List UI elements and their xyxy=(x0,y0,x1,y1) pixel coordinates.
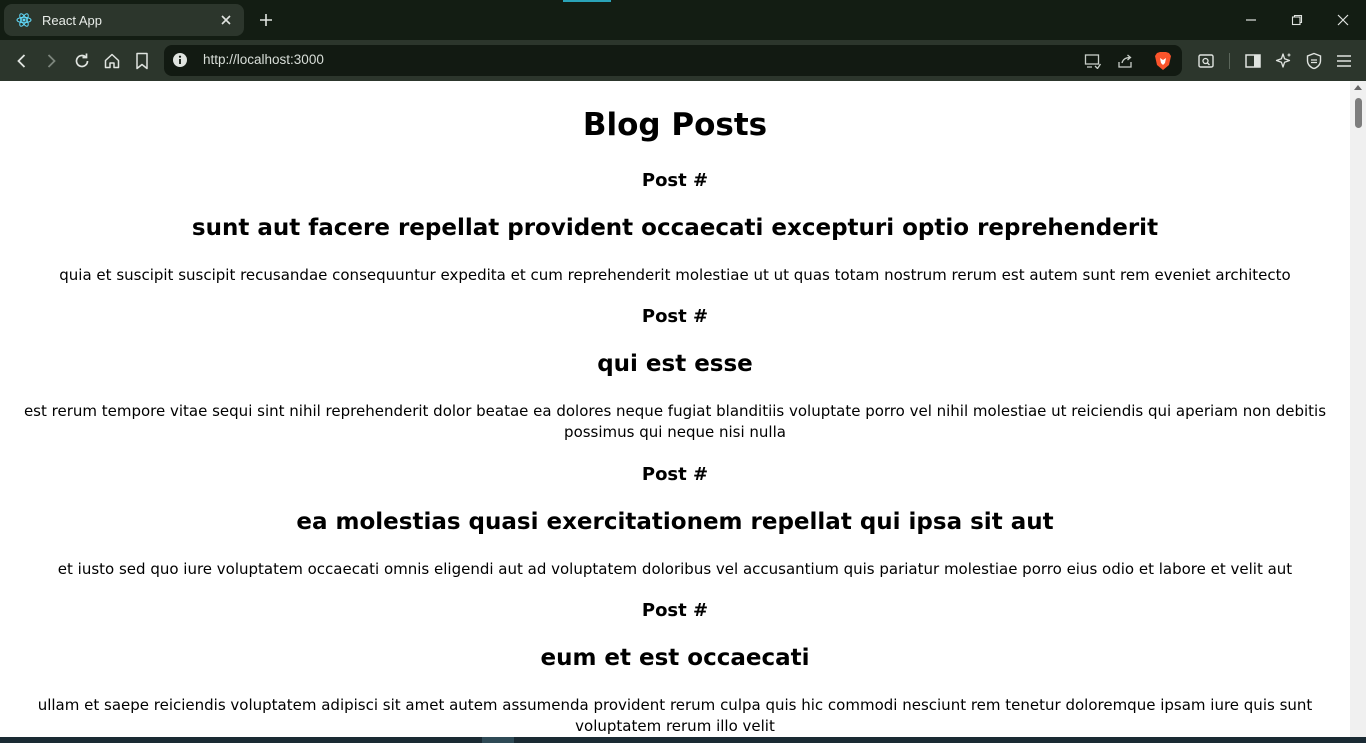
taskbar-segment xyxy=(482,737,514,743)
post-title: sunt aut facere repellat provident occae… xyxy=(191,215,1159,241)
close-icon[interactable] xyxy=(214,8,238,32)
react-logo-icon xyxy=(16,12,32,28)
post-title: eum et est occaecati xyxy=(540,645,810,671)
hamburger-menu-icon[interactable] xyxy=(1331,48,1357,74)
reader-mode-icon[interactable] xyxy=(1193,48,1219,74)
close-window-button[interactable] xyxy=(1320,6,1366,34)
restore-button[interactable] xyxy=(1274,6,1320,34)
drag-region-accent xyxy=(563,0,611,2)
bookmark-icon[interactable] xyxy=(129,48,155,74)
post-label: Post # xyxy=(641,600,709,621)
forward-arrow-icon[interactable] xyxy=(38,48,64,74)
os-taskbar-edge xyxy=(0,737,1366,743)
page-title: Blog Posts xyxy=(582,107,768,143)
post-body: ullam et saepe reiciendis voluptatem adi… xyxy=(37,696,1313,735)
info-icon[interactable] xyxy=(172,52,188,68)
home-icon[interactable] xyxy=(99,48,125,74)
brave-lion-icon[interactable] xyxy=(1152,49,1174,73)
leo-ai-icon[interactable] xyxy=(1271,48,1297,74)
sidebar-icon[interactable] xyxy=(1240,48,1266,74)
tab-title: React App xyxy=(42,12,102,28)
back-arrow-icon[interactable] xyxy=(9,48,35,74)
post-body: et iusto sed quo iure voluptatem occaeca… xyxy=(57,560,1293,578)
vpn-shield-icon[interactable] xyxy=(1301,48,1327,74)
address-bar[interactable]: http://localhost:3000 xyxy=(164,45,1182,76)
scrollbar-thumb[interactable] xyxy=(1355,98,1362,128)
minimize-button[interactable] xyxy=(1228,6,1274,34)
page-scrollbar[interactable] xyxy=(1350,81,1366,737)
tab-react-app[interactable]: React App xyxy=(4,4,244,36)
browser-toolbar: http://localhost:3000 xyxy=(0,40,1366,81)
post-label: Post # xyxy=(641,464,709,485)
share-icon[interactable] xyxy=(1115,50,1137,72)
cast-icon[interactable] xyxy=(1082,50,1104,72)
toolbar-divider xyxy=(1229,53,1230,69)
tab-strip: React App xyxy=(0,0,1366,40)
scroll-up-arrow-icon[interactable] xyxy=(1354,85,1362,90)
post-label: Post # xyxy=(641,170,709,191)
post-title: ea molestias quasi exercitationem repell… xyxy=(296,509,1054,535)
post-label: Post # xyxy=(641,306,709,327)
plus-icon[interactable] xyxy=(254,8,278,32)
post-title: qui est esse xyxy=(597,351,753,377)
post-body: quia et suscipit suscipit recusandae con… xyxy=(59,266,1291,284)
url-text[interactable]: http://localhost:3000 xyxy=(203,52,324,67)
page-viewport: Blog Posts Post # sunt aut facere repell… xyxy=(0,81,1350,737)
reload-icon[interactable] xyxy=(69,48,95,74)
post-body: est rerum tempore vitae sequi sint nihil… xyxy=(23,402,1327,441)
